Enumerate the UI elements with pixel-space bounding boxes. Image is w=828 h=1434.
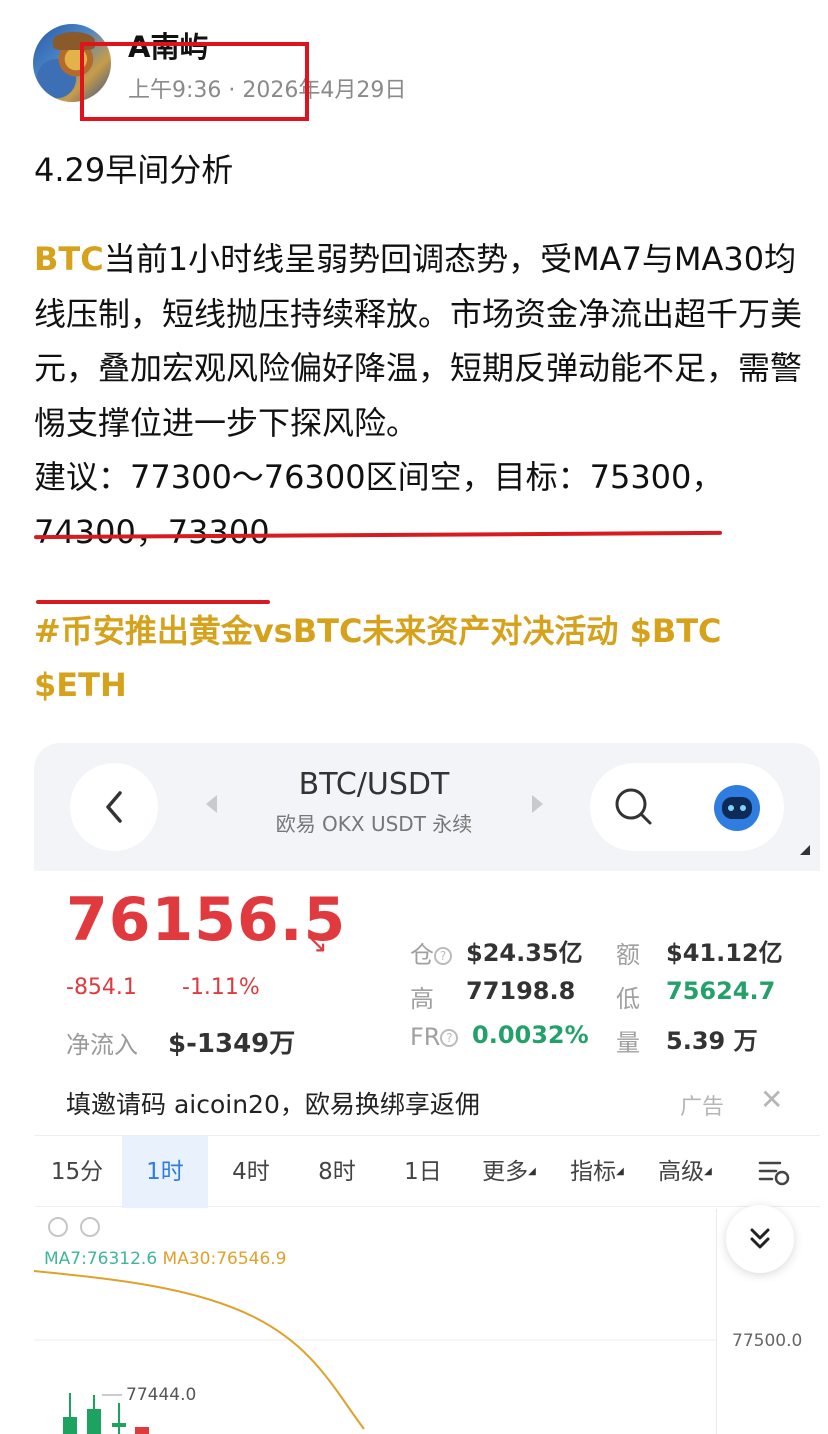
kline-chart[interactable]: MA7:76312.6 MA30:76546.9 77500.0 77444.0 [34, 1205, 820, 1434]
embedded-screenshot[interactable]: BTC/USDT 欧易 OKX USDT 永续 76156.5 ↘ -854.1… [34, 743, 820, 1434]
last-price: 76156.5 [66, 885, 347, 955]
candle [63, 1417, 77, 1434]
ad-banner[interactable]: 填邀请码 aicoin20，欧易换绑享返佣 广告 ✕ [34, 1073, 820, 1129]
y-axis-label: 77500.0 [732, 1331, 803, 1351]
tab-1d[interactable]: 1日 [380, 1136, 466, 1208]
volume-label: 额 [616, 941, 640, 969]
fr-value: 0.0032% [472, 1021, 589, 1049]
annotation-box [80, 42, 309, 121]
price-change-pct: -1.11% [182, 975, 260, 1000]
tab-8h[interactable]: 8时 [294, 1136, 380, 1208]
help-icon[interactable]: ? [440, 1029, 459, 1047]
search-icon[interactable] [612, 785, 656, 829]
high-marker-label: 77444.0 [126, 1385, 197, 1405]
close-icon[interactable]: ✕ [760, 1083, 783, 1116]
double-chevron-down-icon [750, 1228, 770, 1249]
post-body: BTC当前1小时线呈弱势回调态势，受MA7与MA30均线压制，短线抛压持续释放。… [34, 232, 804, 559]
tab-1h[interactable]: 1时 [122, 1136, 208, 1208]
high-value: 77198.8 [466, 977, 576, 1005]
assistant-bot-icon[interactable] [714, 785, 760, 831]
tab-more[interactable]: 更多◢ [466, 1136, 552, 1208]
ad-text[interactable]: 填邀请码 aicoin20，欧易换绑享返佣 [66, 1085, 480, 1121]
tab-15m[interactable]: 15分 [34, 1136, 120, 1208]
chevron-left-icon [106, 791, 122, 823]
chart-settings-icon[interactable] [758, 1158, 790, 1186]
candle [135, 1427, 149, 1434]
app-topbar: BTC/USDT 欧易 OKX USDT 永续 [34, 743, 820, 871]
help-icon[interactable]: ? [434, 947, 452, 965]
post-body-text: 当前1小时线呈弱势回调态势，受MA7与MA30均线压制，短线抛压持续释放。市场资… [34, 240, 803, 442]
corner-triangle-icon[interactable] [798, 843, 810, 855]
arrow-down-icon: ↘ [306, 929, 328, 959]
candle [112, 1423, 126, 1427]
high-label: 高 [410, 985, 434, 1013]
btc-highlight[interactable]: BTC [34, 240, 104, 278]
next-pair-icon[interactable] [532, 795, 543, 813]
y-axis [716, 1209, 717, 1434]
candle [87, 1409, 101, 1434]
collapse-button[interactable] [726, 1205, 794, 1273]
post-title: 4.29早间分析 [34, 151, 234, 189]
back-button[interactable] [70, 763, 158, 851]
tab-indicators[interactable]: 指标◢ [554, 1136, 640, 1208]
action-pill [590, 763, 784, 851]
low-label: 低 [616, 985, 640, 1013]
pair-header[interactable]: BTC/USDT 欧易 OKX USDT 永续 [194, 767, 554, 837]
price-change: -854.1 [66, 975, 137, 1000]
net-inflow-label: 净流入 [66, 1031, 138, 1059]
pair-exchange: 欧易 OKX USDT 永续 [275, 812, 473, 836]
volume-value: $41.12亿 [666, 939, 783, 967]
qty-value: 5.39 万 [666, 1027, 758, 1055]
ma30-line [34, 1270, 365, 1430]
oi-label: 仓? [410, 935, 452, 970]
timeframe-tabs: 15分 1时 4时 8时 1日 更多◢ 指标◢ 高级◢ [34, 1135, 820, 1208]
low-value: 75624.7 [666, 977, 776, 1005]
ad-tag: 广告 [680, 1095, 725, 1120]
qty-label: 量 [616, 1029, 640, 1057]
pair-symbol: BTC/USDT [298, 767, 450, 802]
tab-advanced[interactable]: 高级◢ [642, 1136, 728, 1208]
net-inflow-value: $-1349万 [168, 1029, 296, 1059]
tab-4h[interactable]: 4时 [208, 1136, 294, 1208]
fr-label: FR? [410, 1023, 459, 1051]
post-tags[interactable]: #币安推出黄金vsBTC未来资产对决活动 $BTC $ETH [34, 604, 804, 712]
oi-value: $24.35亿 [466, 939, 583, 967]
